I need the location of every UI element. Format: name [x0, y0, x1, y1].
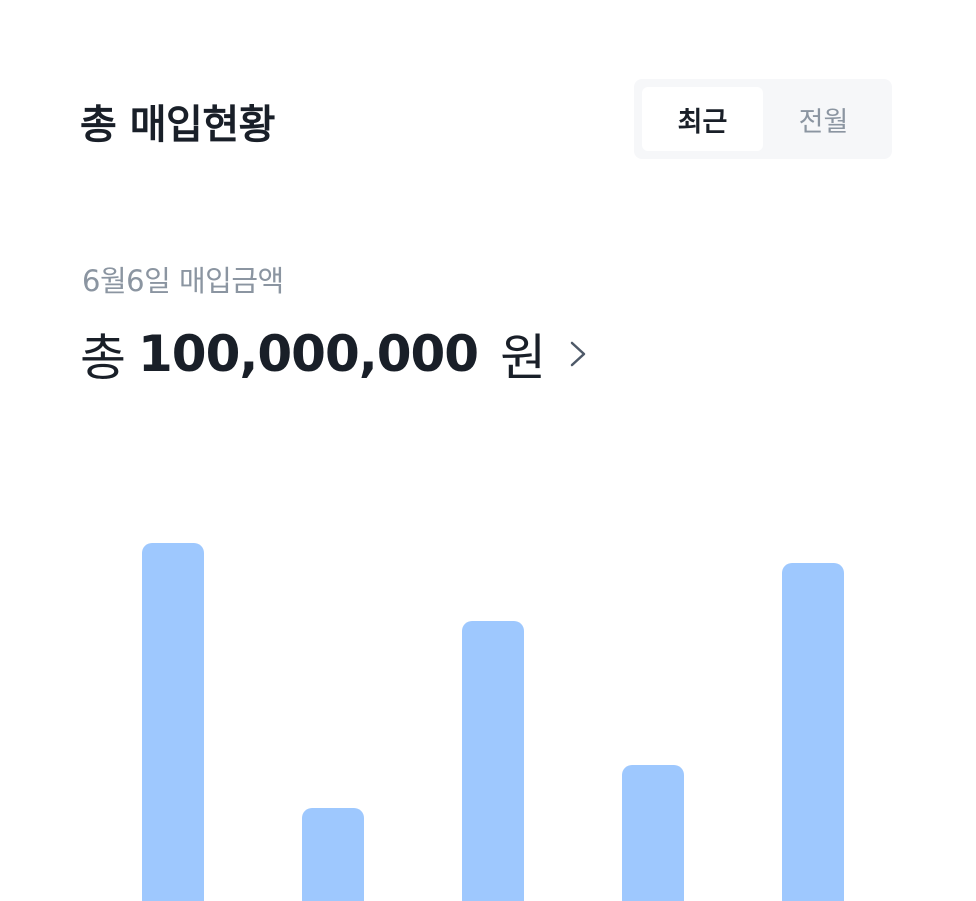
chart-bar[interactable]	[782, 563, 844, 901]
total-amount-link[interactable]: 총 100,000,000 원	[80, 318, 592, 390]
chart-bar[interactable]	[142, 543, 204, 901]
page-title: 총 매입현황	[80, 102, 275, 148]
tab-recent[interactable]: 최근	[642, 87, 763, 151]
total-amount-value: 100,000,000	[138, 325, 479, 383]
chevron-right-icon	[566, 337, 592, 371]
period-toggle: 최근 전월	[634, 79, 892, 159]
chart-bar[interactable]	[302, 808, 364, 901]
tab-last-month[interactable]: 전월	[763, 87, 884, 151]
total-unit: 원	[500, 329, 547, 387]
chart-bar[interactable]	[622, 765, 684, 901]
chart-bar[interactable]	[462, 621, 524, 901]
total-prefix: 총	[80, 329, 126, 387]
date-amount-label: 6월6일 매입금액	[82, 264, 284, 298]
